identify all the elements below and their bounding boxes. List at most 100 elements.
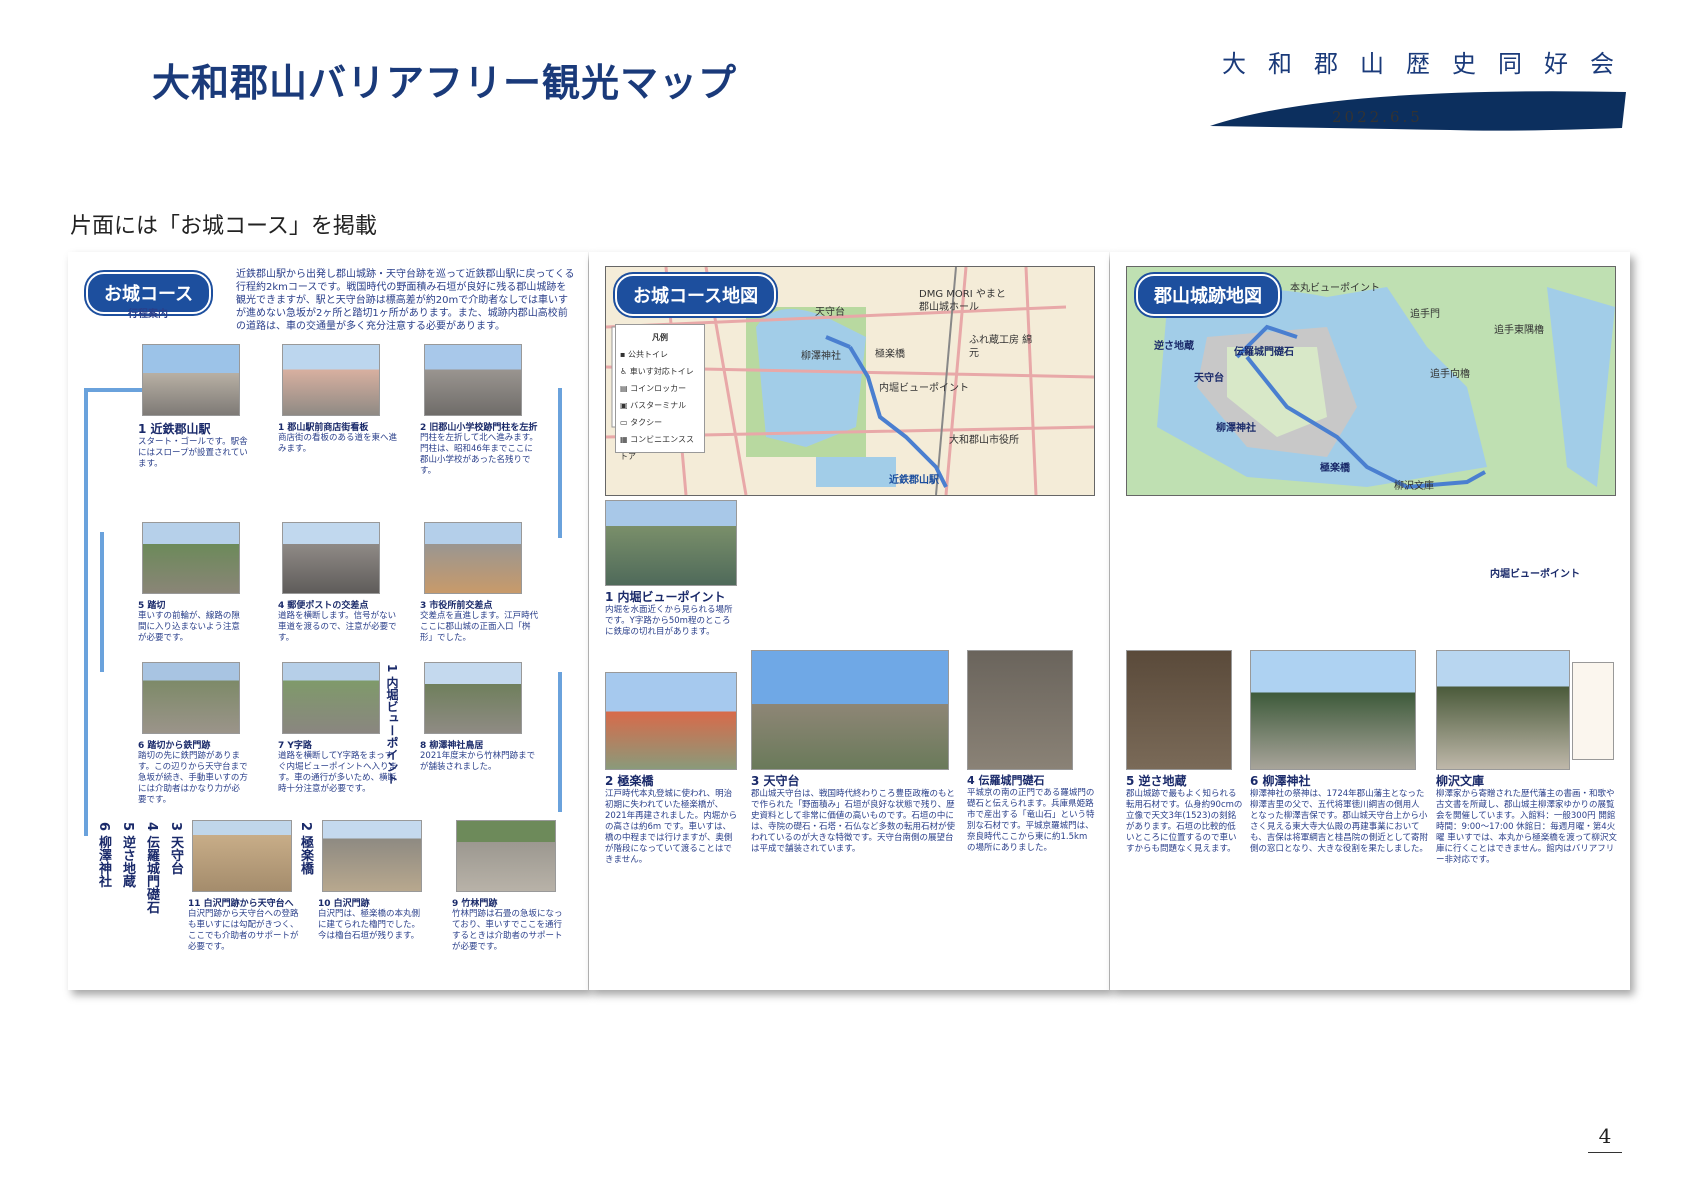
photo-school-gate-posts — [424, 344, 522, 416]
map-label-yanagisawa-bunko: 柳沢文庫 — [1394, 481, 1434, 492]
spot-card: 4 伝羅城門礎石 平城京の南の正門である羅城門の礎石と伝えられます。兵庫県姫路市… — [967, 772, 1095, 854]
stop-title: 11 白沢門跡から天守台へ — [188, 899, 294, 909]
vertical-label-tenshudai: 3 天守台 — [168, 822, 183, 875]
map-label-rajomon-stone: 伝羅城門礎石 — [1234, 347, 1294, 358]
spot-title: 5 逆さ地蔵 — [1126, 774, 1187, 788]
stop-text: 車いすの前輪が、線路の隙間に入り込まないよう注意が必要です。 — [138, 611, 240, 643]
photo-shirasawa-gate — [322, 820, 422, 892]
vertical-label-rajomon: 4 伝羅城門礎石 — [144, 822, 159, 914]
stop-card: 1 郡山駅前商店街看板 商店街の看板のある道を東へ進みます。 — [278, 420, 398, 455]
map-label-tenshudai: 天守台 — [1194, 373, 1224, 384]
spot-title: 6 柳澤神社 — [1250, 774, 1311, 788]
stop-text: 交差点を直進します。江戸時代ここに郡山城の正面入口「桝形」でした。 — [420, 611, 539, 643]
spot-text: 内堀を水面近くから見られる場所です。Y字路から50m程のところに鉄扉の切れ目があ… — [605, 605, 733, 637]
photo-yanagisawa-bunko — [1436, 650, 1570, 770]
photo-inner-moat-viewpoint — [605, 500, 737, 586]
photo-iron-gate-site — [142, 662, 240, 734]
route-line — [84, 678, 88, 836]
organization-name: 大和郡山歴史同好会 — [1222, 50, 1636, 78]
photo-railroad-crossing — [142, 522, 240, 594]
spot-title: 2 極楽橋 — [605, 774, 654, 788]
photo-y-junction — [282, 662, 380, 734]
stop-title: 6 踏切から鉄門跡 — [138, 741, 211, 751]
photo-city-hall-intersection — [424, 522, 522, 594]
legend-item-coin-locker: ▤ コインロッカー — [620, 384, 687, 393]
spot-text: 柳澤神社の祭神は、1724年郡山藩主となった柳澤吉里の父で、五代将軍徳川綱吉の側… — [1250, 789, 1428, 854]
spot-text: 郡山城跡で最もよく知られる転用石材です。仏身約90cmの立像で天文3年(1523… — [1126, 789, 1243, 854]
photo-tenshudai — [751, 650, 949, 770]
page-number: 4 — [1588, 1124, 1622, 1153]
stop-card: 8 柳澤神社鳥居 2021年度末から竹林門跡までが舗装されました。 — [420, 738, 540, 773]
stop-title: 9 竹林門跡 — [452, 899, 498, 909]
stop-text: 門柱を左折して北へ進みます。門柱は、昭和46年までここに郡山小学校があった名残り… — [420, 433, 538, 476]
legend-label: 車いす対応トイレ — [629, 367, 694, 376]
page-title: 大和郡山バリアフリー観光マップ — [152, 61, 738, 105]
stop-card: 1 近鉄郡山駅 スタート・ゴールです。駅舎にはスロープが設置されています。 — [138, 420, 248, 470]
vertical-label-sakasa-jizo: 5 逆さ地蔵 — [120, 822, 135, 888]
spot-card: 2 極楽橋 江戸時代本丸登城に使われ、明治初期に失われていた極楽橋が、2021年… — [605, 772, 739, 866]
photo-yanagisawa-shrine — [1250, 650, 1416, 770]
photo-postbox-intersection — [282, 522, 380, 594]
map-label-yanagisawa-shrine: 柳澤神社 — [1216, 423, 1256, 434]
stop-text: 道路を横断してY字路をまっすぐ内堀ビューポイントへ入ります。車の通行が多いため、… — [278, 751, 398, 794]
photo-shirasawa-to-tenshudai — [192, 820, 292, 892]
map-label-city-hall: 大和郡山市役所 — [949, 435, 1019, 446]
stop-title: 5 踏切 — [138, 601, 166, 611]
stop-text: スタート・ゴールです。駅舎にはスロープが設置されています。 — [138, 437, 248, 469]
map-label-inner-moat: 内堀ビューポイント — [879, 383, 969, 394]
spot-title: 柳沢文庫 — [1436, 774, 1485, 788]
map-label-furekura: ふれ蔵工房 綿元 — [969, 335, 1033, 359]
route-line — [84, 388, 144, 392]
vertical-label-yanagisawa: 6 柳澤神社 — [96, 822, 111, 888]
stop-text: 踏切の先に鉄門跡があります。この辺りから天守台まで急坂が続き、手動車いすの方には… — [138, 751, 248, 805]
section-subtitle: 片面には「お城コース」を掲載 — [70, 214, 377, 239]
stop-title: 1 郡山駅前商店街看板 — [278, 423, 369, 433]
route-line — [84, 388, 88, 678]
brochure-panel-route-guide: お城コース 行程案内 近鉄郡山駅から出発し郡山城跡・天守台跡を巡って近鉄郡山駅に… — [68, 252, 588, 990]
spot-title: 1 内堀ビューポイント — [605, 590, 726, 604]
brochure-panel-course-map: お城コース地図 凡例 ▪ 公共トイレ ♿ 車いす対応トイレ ▤ コインロッカー … — [589, 252, 1109, 990]
map-label-sakasa-jizo: 逆さ地蔵 — [1154, 341, 1194, 352]
map-legend: 凡例 ▪ 公共トイレ ♿ 車いす対応トイレ ▤ コインロッカー ▣ バスターミナ… — [615, 324, 705, 461]
spot-card: 3 天守台 郡山城天守台は、戦国時代終わりころ豊臣政権のもとで作られた「野面積み… — [751, 772, 961, 855]
legend-title: 凡例 — [652, 333, 668, 342]
map-label-dmg-hall: DMG MORI やまと郡山城ホール — [919, 289, 1006, 313]
stop-text: 竹林門跡は石畳の急坂になっており、車いすでここを通行するときは介助者のサポートが… — [452, 909, 563, 952]
stop-title: 10 白沢門跡 — [318, 899, 370, 909]
stop-text: 商店街の看板のある道を東へ進みます。 — [278, 433, 398, 454]
map-label-ote-higashi-sumiyagura: 追手東隅櫓 — [1494, 325, 1544, 336]
spot-text: 平城京の南の正門である羅城門の礎石と伝えられます。兵庫県姫路市で産出する「竜山石… — [967, 788, 1095, 853]
document-date: 2022.6.5 — [1332, 108, 1423, 126]
map-label-kintetsu-station: 近鉄郡山駅 — [889, 475, 939, 486]
stop-title: 1 近鉄郡山駅 — [138, 422, 211, 436]
legend-item-taxi: ▭ タクシー — [620, 418, 663, 427]
stop-card: 11 白沢門跡から天守台へ 白沢門跡から天守台への登路も車いすには勾配がきつく、… — [188, 896, 300, 953]
stop-card: 7 Y字路 道路を横断してY字路をまっすぐ内堀ビューポイントへ入ります。車の通行… — [278, 738, 398, 795]
stop-title: 7 Y字路 — [278, 741, 312, 751]
map-label-otemon: 追手門 — [1410, 309, 1440, 320]
legend-label: 公共トイレ — [627, 350, 668, 359]
stop-card: 6 踏切から鉄門跡 踏切の先に鉄門跡があります。この辺りから天守台まで急坂が続き… — [138, 738, 248, 806]
stop-title: 8 柳澤神社鳥居 — [420, 741, 484, 751]
goshuin-stamp-image — [1572, 662, 1614, 760]
stop-card: 5 踏切 車いすの前輪が、線路の隙間に入り込まないよう注意が必要です。 — [138, 598, 248, 644]
stop-card: 9 竹林門跡 竹林門跡は石畳の急坂になっており、車いすでここを通行するときは介助… — [452, 896, 564, 953]
photo-shrine-torii — [424, 662, 522, 734]
legend-item-bus-terminal: ▣ バスターミナル — [620, 401, 687, 410]
map-label-gokurakubashi: 極楽橋 — [1320, 463, 1350, 474]
spot-text: 柳澤家から寄贈された歴代藩主の書画・和歌や古文書を所蔵し、郡山城主柳澤家ゆかりの… — [1436, 789, 1617, 865]
stop-card: 3 市役所前交差点 交差点を直進します。江戸時代ここに郡山城の正面入口「桝形」で… — [420, 598, 540, 644]
stop-title: 3 市役所前交差点 — [420, 601, 493, 611]
photo-sakasa-jizo — [1126, 650, 1232, 770]
stop-text: 白沢門跡から天守台への登路も車いすには勾配がきつく、ここでも介助者のサポートが必… — [188, 909, 299, 952]
stop-text: 白沢門は、極楽橋の本丸側に建てられた櫓門でした。今は櫓台石垣が残ります。 — [318, 909, 421, 941]
map-label-honmaru-viewpoint: 本丸ビューポイント — [1290, 283, 1380, 294]
spot-title: 3 天守台 — [751, 774, 800, 788]
legend-label: タクシー — [630, 418, 663, 427]
route-line — [558, 388, 562, 538]
spot-title: 4 伝羅城門礎石 — [967, 774, 1045, 787]
route-line — [100, 532, 104, 672]
castle-map-badge: 郡山城跡地図 — [1136, 274, 1280, 316]
photo-rajomon-foundation-stone — [967, 650, 1073, 770]
stop-title: 4 郵便ポストの交差点 — [278, 601, 369, 611]
